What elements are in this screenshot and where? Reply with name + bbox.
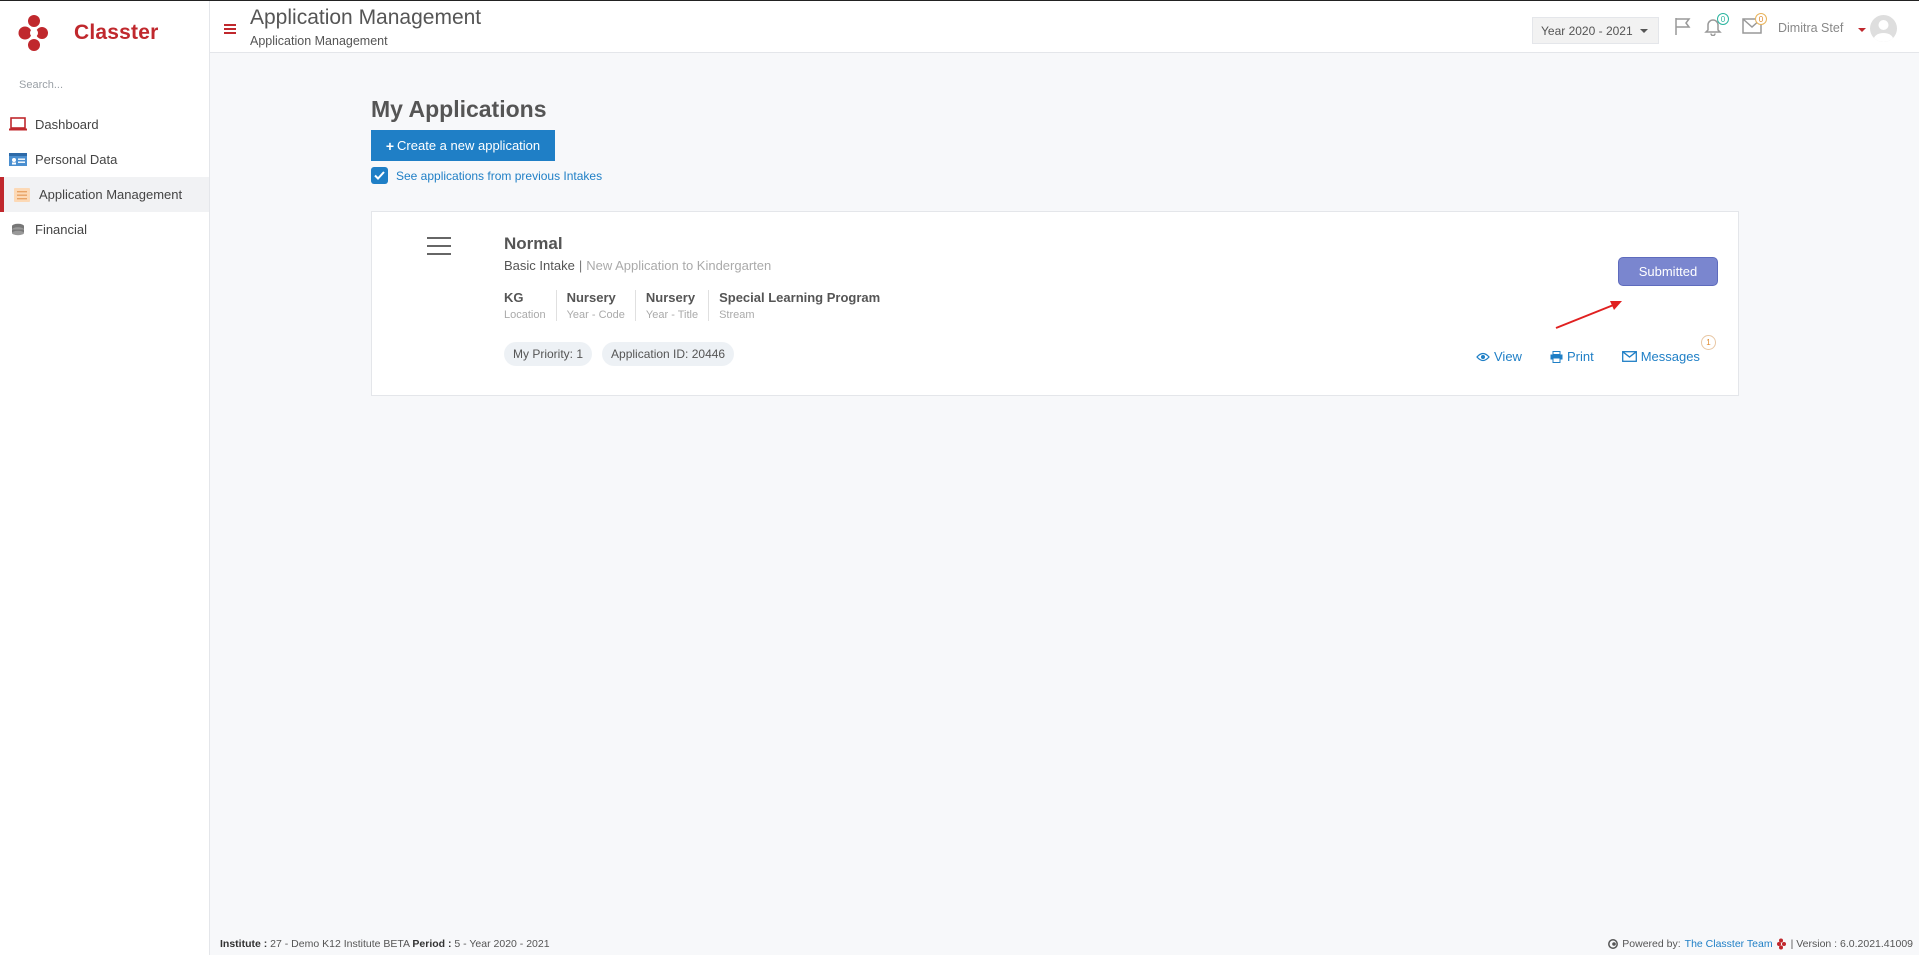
sidebar-nav: Dashboard Personal Data Application Mana… <box>0 107 209 247</box>
footer-credits: Powered by: The Classter Team | Version … <box>1608 938 1913 950</box>
field-label: Location <box>504 309 546 321</box>
envelope-icon <box>1621 351 1637 362</box>
window-top-border <box>0 0 1919 1</box>
sidebar-item-label: Financial <box>35 222 88 237</box>
card-menu-icon[interactable] <box>427 237 451 261</box>
classter-logo-icon <box>18 15 48 51</box>
brand-name: Classter <box>74 21 159 44</box>
application-card: Normal Basic Intake | New Application to K… <box>371 211 1739 396</box>
intake-separator: | <box>578 258 583 273</box>
print-label: Print <box>1566 349 1594 364</box>
sidebar-item-label: Application Management <box>39 187 183 202</box>
status-badge: Submitted <box>1618 257 1718 286</box>
period-label: Period : <box>412 938 452 950</box>
view-label: View <box>1494 349 1522 364</box>
application-actions: View Print Messages 1 <box>1476 335 1716 364</box>
breadcrumb: Application Management <box>250 34 388 48</box>
previous-intakes-toggle[interactable]: See applications from previous Intakes <box>371 167 602 184</box>
forms-icon <box>12 187 32 203</box>
checkbox-checked-icon[interactable] <box>371 167 388 184</box>
field-value: KG <box>504 290 524 305</box>
plus-icon: + <box>385 137 395 154</box>
classter-small-icon <box>1608 939 1619 949</box>
application-description: New Application to Kindergarten <box>586 258 772 273</box>
sidebar-item-label: Personal Data <box>35 152 118 167</box>
year-select-value: Year 2020 - 2021 <box>1541 23 1633 38</box>
coins-icon <box>8 222 28 238</box>
sidebar-search-input[interactable]: Search... <box>19 79 63 91</box>
field-location: KG Location <box>504 290 556 321</box>
sidebar: Classter Search... Dashboard Personal Da… <box>0 1 210 955</box>
sidebar-item-label: Dashboard <box>35 117 99 132</box>
application-id-tag: Application ID: 20446 <box>602 342 735 366</box>
institute-label: Institute : <box>220 938 268 950</box>
id-card-icon <box>8 152 28 168</box>
eye-icon <box>1476 352 1490 362</box>
create-application-button[interactable]: + Create a new application <box>371 130 555 161</box>
view-link[interactable]: View <box>1476 349 1522 364</box>
avatar[interactable] <box>1870 15 1897 42</box>
application-fields: KG Location Nursery Year - Code Nursery … <box>504 290 890 321</box>
period-value: 5 - Year 2020 - 2021 <box>454 938 550 950</box>
notifications-badge: 0 <box>1717 13 1729 25</box>
laptop-icon <box>8 117 28 133</box>
field-stream: Special Learning Program Stream <box>708 290 890 321</box>
field-label: Stream <box>719 309 755 321</box>
field-value: Special Learning Program <box>719 290 881 305</box>
version-label: | Version : 6.0.2021.41009 <box>1790 938 1913 950</box>
messages-count-badge: 1 <box>1700 335 1716 350</box>
brand-logo[interactable]: Classter <box>18 11 158 55</box>
print-link[interactable]: Print <box>1550 349 1594 364</box>
sidebar-item-dashboard[interactable]: Dashboard <box>0 107 209 142</box>
page-title: Application Management <box>250 6 482 29</box>
field-value: Nursery <box>566 290 616 305</box>
year-select[interactable]: Year 2020 - 2021 <box>1532 17 1659 44</box>
application-tags: My Priority: 1 Application ID: 20446 <box>504 342 744 366</box>
classter-logo-small-icon <box>1776 938 1787 950</box>
user-menu-name[interactable]: Dimitra Stef <box>1778 21 1843 35</box>
messages-badge: 0 <box>1755 13 1767 25</box>
classter-team-link[interactable]: The Classter Team <box>1685 938 1773 950</box>
field-year-code: Nursery Year - Code <box>555 290 635 321</box>
field-value: Nursery <box>645 290 696 305</box>
field-label: Year - Title <box>645 309 699 321</box>
chevron-down-icon <box>1639 28 1648 33</box>
intake-name: Basic Intake <box>504 258 575 273</box>
footer-institute-info: Institute : 27 - Demo K12 Institute BETA… <box>220 938 550 950</box>
section-title: My Applications <box>371 96 547 122</box>
priority-tag: My Priority: 1 <box>504 342 593 366</box>
create-application-label: Create a new application <box>397 138 541 153</box>
sidebar-item-personal-data[interactable]: Personal Data <box>0 142 209 177</box>
sidebar-item-financial[interactable]: Financial <box>0 212 209 247</box>
annotation-arrow-icon <box>1555 301 1622 329</box>
previous-intakes-label[interactable]: See applications from previous Intakes <box>396 169 602 183</box>
messages-link[interactable]: Messages 1 <box>1621 335 1716 364</box>
sidebar-item-application-management[interactable]: Application Management <box>0 177 209 212</box>
powered-by-label: Powered by: <box>1622 938 1681 950</box>
field-label: Year - Code <box>566 309 625 321</box>
flag-icon[interactable] <box>1673 16 1693 41</box>
chevron-down-icon[interactable] <box>1858 28 1866 32</box>
application-intake: Basic Intake | New Application to Kinderga… <box>504 258 771 273</box>
menu-toggle-icon[interactable] <box>224 24 236 36</box>
application-name: Normal <box>504 234 563 253</box>
messages-label: Messages <box>1640 349 1700 364</box>
institute-value: 27 - Demo K12 Institute BETA <box>270 938 410 950</box>
field-year-title: Nursery Year - Title <box>634 290 708 321</box>
printer-icon <box>1550 350 1563 363</box>
top-header: Application Management Application Manag… <box>210 1 1919 53</box>
